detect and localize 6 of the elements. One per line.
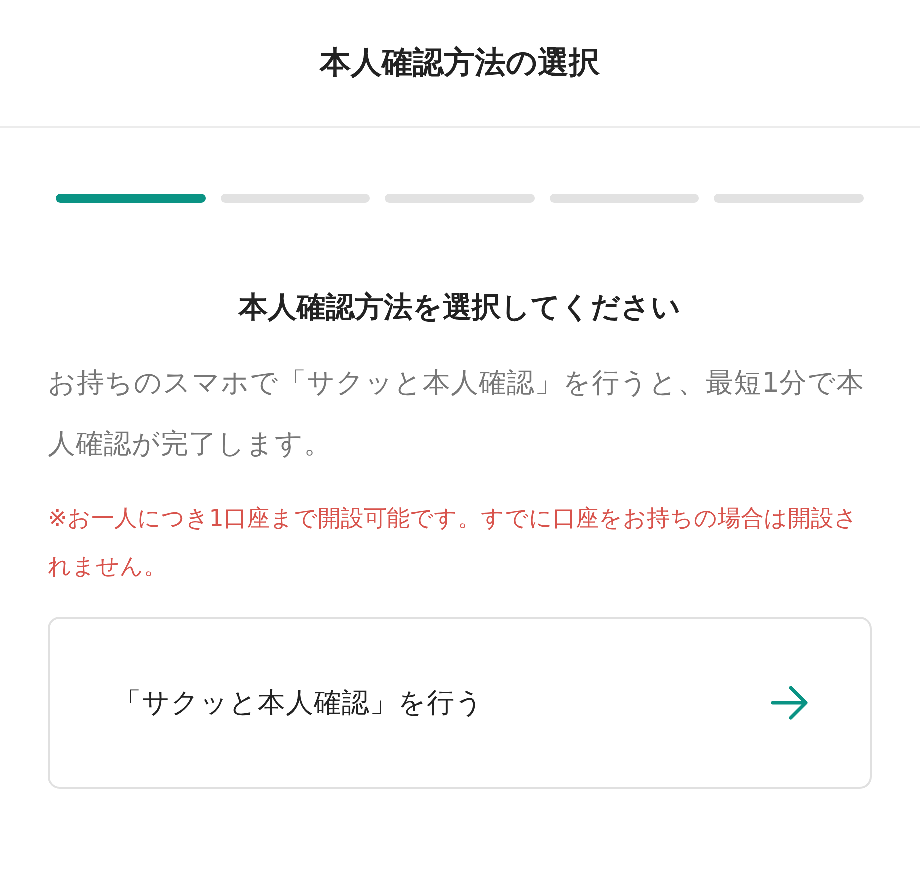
option-card[interactable]: 「サクッと本人確認」を行う: [48, 617, 872, 789]
description-text: お持ちのスマホで「サクッと本人確認」を行うと、最短1分で本人確認が完了します。: [48, 366, 866, 462]
page-title: 本人確認方法の選択: [320, 44, 600, 83]
section-heading: 本人確認方法を選択してください: [238, 289, 682, 326]
arrow-right-icon: [770, 685, 810, 721]
notice-text: ※お一人につき1口座まで開設可能です。すでに口座をお持ちの場合は開設されません。: [48, 505, 859, 582]
